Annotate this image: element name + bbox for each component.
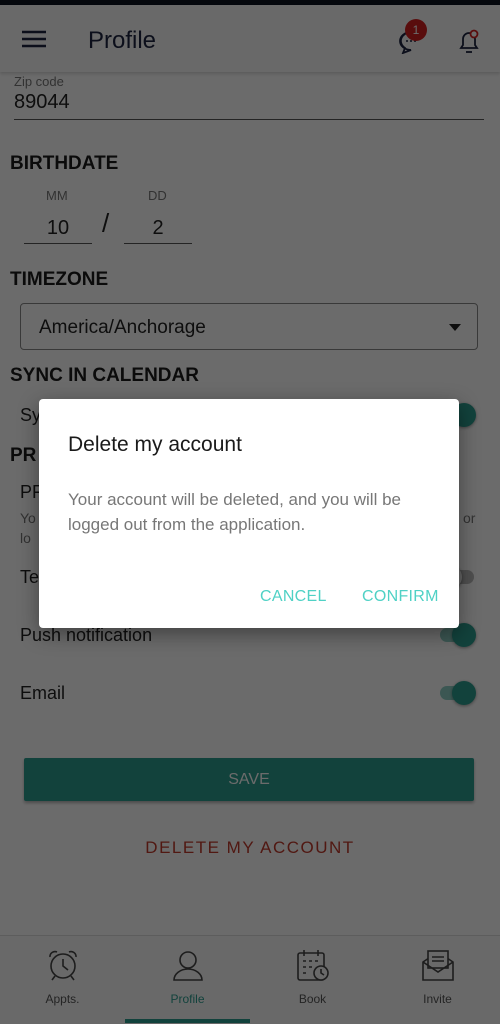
pref-item-desc: Yo [20, 510, 36, 526]
email-toggle[interactable] [440, 681, 476, 705]
calendar-clock-icon [296, 950, 329, 981]
push-notification-label: Push notification [20, 625, 153, 645]
nav-profile[interactable]: Profile [125, 936, 250, 1023]
nav-appts[interactable]: Appts. [0, 936, 125, 1021]
zip-underline [14, 119, 484, 120]
menu-icon[interactable] [22, 30, 46, 53]
alarm-clock-icon [48, 950, 77, 981]
envelope-icon [421, 950, 454, 981]
bell-icon[interactable] [457, 29, 481, 60]
date-separator: / [102, 208, 110, 238]
bottom-navigation: Appts. Profile Book Invite [0, 935, 500, 1024]
birthdate-label: BIRTHDATE [10, 153, 119, 174]
delete-account-dialog: Delete my account Your account will be d… [39, 399, 459, 628]
text-item-label: Te [20, 567, 40, 587]
section-label: PR [10, 445, 37, 466]
save-button[interactable]: SAVE [24, 758, 474, 801]
timezone-select[interactable]: America/Anchorage [20, 303, 478, 350]
dialog-title: Delete my account [68, 433, 242, 456]
timezone-label: TIMEZONE [10, 269, 109, 290]
app-header: Profile 1 [0, 5, 500, 72]
zip-input[interactable]: 89044 [14, 91, 70, 114]
nav-label: Invite [423, 992, 452, 1006]
dialog-message: Your account will be deleted, and you wi… [68, 490, 401, 534]
sync-calendar-label: SYNC IN CALENDAR [10, 365, 199, 386]
nav-label: Book [298, 992, 327, 1006]
dd-label: DD [148, 188, 167, 203]
pref-item-desc-end: or [463, 510, 476, 526]
nav-label: Appts. [45, 992, 80, 1006]
day-input[interactable]: 2 [124, 217, 192, 244]
delete-account-button[interactable]: DELETE MY ACCOUNT [0, 838, 500, 858]
email-label: Email [20, 683, 66, 703]
nav-invite[interactable]: Invite [375, 936, 500, 1021]
nav-label: Profile [170, 992, 205, 1006]
zip-label: Zip code [14, 74, 64, 89]
month-input[interactable]: 10 [24, 217, 92, 244]
timezone-value: America/Anchorage [39, 317, 206, 338]
pref-item-desc-2: lo [20, 530, 31, 546]
user-icon [172, 951, 203, 981]
dropdown-arrow-icon [449, 324, 461, 331]
mm-label: MM [46, 188, 68, 203]
active-tab-indicator [125, 1019, 250, 1023]
confirm-button[interactable]: CONFIRM [362, 588, 439, 606]
nav-book[interactable]: Book [250, 936, 375, 1021]
sync-item-label: Sy [20, 405, 42, 425]
cancel-button[interactable]: CANCEL [260, 588, 327, 606]
messages-badge: 1 [405, 19, 427, 41]
page-title: Profile [88, 27, 157, 54]
